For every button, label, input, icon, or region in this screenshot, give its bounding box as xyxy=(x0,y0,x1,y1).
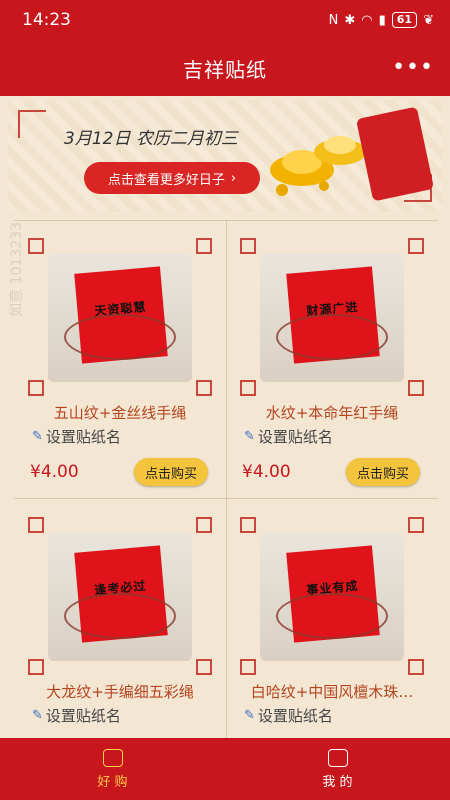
wifi-icon: ◠ xyxy=(361,12,373,28)
chevron-right-icon: › xyxy=(230,170,237,186)
battery-indicator: 61 xyxy=(391,12,418,28)
pencil-icon: ✎ xyxy=(244,429,255,444)
product-image[interactable]: 天资聪慧 xyxy=(48,254,192,382)
frame-corner xyxy=(28,517,44,533)
frame-corner xyxy=(196,659,212,675)
bracelet-rope xyxy=(276,314,388,360)
product-card[interactable]: 天资聪慧 五山纹+金丝线手绳 ✎ 设置贴纸名 ¥4.00 点击购买 xyxy=(14,220,226,498)
bracelet-rope xyxy=(64,314,176,360)
product-image[interactable]: 财源广进 xyxy=(260,254,404,382)
product-image[interactable]: 逢考必过 xyxy=(48,533,192,661)
frame-corner xyxy=(240,238,256,254)
product-name: 大龙纹+手编细五彩绳 xyxy=(46,683,194,701)
product-card[interactable]: 逢考必过 大龙纹+手编细五彩绳 ✎ 设置贴纸名 xyxy=(14,499,226,739)
buy-button[interactable]: 点击购买 xyxy=(134,458,208,486)
cta-label: 点击查看更多好日子 xyxy=(107,172,225,188)
frame-corner xyxy=(28,659,44,675)
buy-button[interactable]: 点击购买 xyxy=(346,458,420,486)
set-sticker-name-label: 设置贴纸名 xyxy=(45,707,121,725)
frame-corner xyxy=(28,238,44,254)
set-sticker-name-label: 设置贴纸名 xyxy=(257,428,333,446)
more-good-days-button[interactable]: 点击查看更多好日子 › xyxy=(84,162,260,194)
frame-corner xyxy=(240,517,256,533)
product-image[interactable]: 事业有成 xyxy=(260,533,404,661)
bottom-tab-bar: 好 购 我 的 xyxy=(0,738,450,800)
frame-corner xyxy=(408,517,424,533)
status-time: 14:23 xyxy=(22,10,71,30)
leaf-icon: ❦ xyxy=(423,12,434,28)
set-sticker-name-link[interactable]: ✎ 设置贴纸名 xyxy=(32,426,121,447)
pencil-icon: ✎ xyxy=(32,708,43,723)
set-sticker-name-label: 设置贴纸名 xyxy=(257,707,333,725)
profile-icon xyxy=(327,748,348,767)
product-card[interactable]: 财源广进 水纹+本命年红手绳 ✎ 设置贴纸名 ¥4.00 点击购买 xyxy=(226,220,438,498)
frame-corner xyxy=(240,659,256,675)
tab-mine-label: 我 的 xyxy=(322,774,353,790)
set-sticker-name-link[interactable]: ✎ 设置贴纸名 xyxy=(32,705,121,726)
set-sticker-name-label: 设置贴纸名 xyxy=(45,428,121,446)
banner-corner-decoration xyxy=(18,110,46,138)
bracelet-rope xyxy=(64,593,176,639)
lucky-day-banner[interactable]: 3月12日 农历二月初三 点击查看更多好日子 › xyxy=(8,100,442,212)
tab-mine[interactable]: 我 的 xyxy=(225,738,450,800)
tab-shop-label: 好 购 xyxy=(97,774,128,790)
pencil-icon: ✎ xyxy=(244,708,255,723)
nfc-icon: N xyxy=(328,12,339,28)
set-sticker-name-link[interactable]: ✎ 设置贴纸名 xyxy=(244,426,333,447)
app-header: 吉祥贴纸 ••• xyxy=(0,40,450,96)
banner-date: 3月12日 农历二月初三 xyxy=(64,129,238,149)
signal-icon: ▮ xyxy=(378,12,386,28)
frame-corner xyxy=(408,238,424,254)
frame-corner xyxy=(196,380,212,396)
frame-corner xyxy=(408,380,424,396)
pencil-icon: ✎ xyxy=(32,429,43,444)
page-title: 吉祥贴纸 xyxy=(183,57,267,82)
shop-icon xyxy=(102,748,123,767)
status-icons: N ✱ ◠ ▮ 61 ❦ xyxy=(329,12,434,28)
gold-ingots-image xyxy=(270,136,366,196)
frame-corner xyxy=(240,380,256,396)
tab-shop[interactable]: 好 购 xyxy=(0,738,225,800)
frame-corner xyxy=(28,380,44,396)
product-name: 水纹+本命年红手绳 xyxy=(265,404,399,422)
status-bar: 14:23 N ✱ ◠ ▮ 61 ❦ xyxy=(0,0,450,40)
more-dots-icon[interactable]: ••• xyxy=(392,57,434,79)
product-name: 白哈纹+中国风檀木珠… xyxy=(250,683,414,701)
frame-corner xyxy=(196,238,212,254)
product-price: ¥4.00 xyxy=(242,462,291,482)
product-name: 五山纹+金丝线手绳 xyxy=(53,404,187,422)
frame-corner xyxy=(196,517,212,533)
set-sticker-name-link[interactable]: ✎ 设置贴纸名 xyxy=(244,705,333,726)
product-card[interactable]: 事业有成 白哈纹+中国风檀木珠… ✎ 设置贴纸名 xyxy=(226,499,438,739)
bracelet-rope xyxy=(276,593,388,639)
frame-corner xyxy=(408,659,424,675)
bluetooth-icon: ✱ xyxy=(344,12,356,28)
product-price: ¥4.00 xyxy=(30,462,79,482)
